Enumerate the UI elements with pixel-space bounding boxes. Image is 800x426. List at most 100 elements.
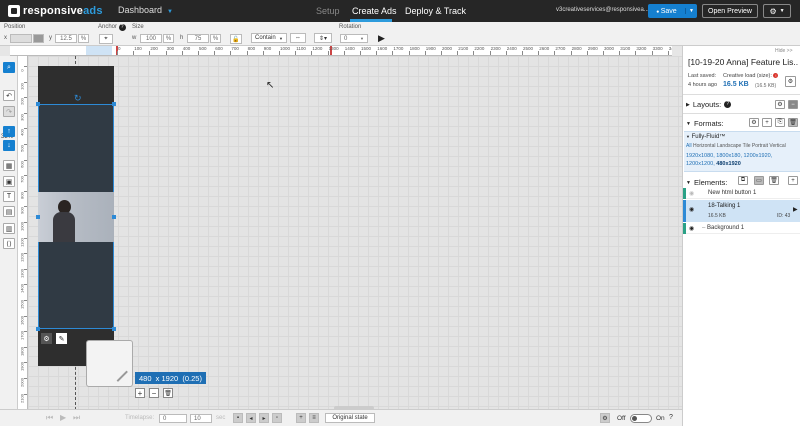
move-up-icon[interactable]: ↑	[3, 126, 15, 137]
elements-header[interactable]: ▼ Elements:	[686, 178, 727, 187]
add-state-icon[interactable]: +	[296, 413, 306, 423]
skip-back-icon[interactable]: ⏮	[46, 413, 53, 423]
ruler-tick-label: 1800	[19, 346, 25, 356]
anchor-icon[interactable]: ⌖	[99, 34, 113, 44]
zoom-icon[interactable]: ⌕	[3, 62, 15, 73]
design-canvas[interactable]: ↻ ⚙ ✎ 480 x 1920 (0.25) + − 🗑 ↖	[28, 56, 682, 410]
keyframe-delete-icon[interactable]: ▫	[272, 413, 282, 423]
hide-panel-link[interactable]: Hide >>	[775, 48, 793, 54]
width-input[interactable]: 100	[140, 34, 162, 43]
original-state-button[interactable]: Original state	[325, 413, 375, 423]
ruler-tick-label: 500	[19, 145, 25, 152]
nav-create-ads[interactable]: Create Ads	[352, 6, 397, 16]
height-input[interactable]: 75	[187, 34, 209, 43]
keyframe-icon[interactable]: ▪	[233, 413, 243, 423]
element-row[interactable]: ◉ – Background 1	[683, 223, 800, 234]
nav-deploy-track[interactable]: Deploy & Track	[405, 6, 466, 16]
save-button[interactable]: ● Save ▼	[648, 4, 697, 18]
copy-format-icon[interactable]: ⎘	[775, 118, 785, 127]
save-dropdown-icon[interactable]: ▼	[685, 8, 697, 14]
remove-size-icon[interactable]: −	[149, 388, 159, 398]
layouts-header[interactable]: ▶ Layouts:?	[686, 100, 732, 109]
resize-handle[interactable]	[36, 215, 40, 219]
duplicate-element-icon[interactable]: ⧉	[738, 176, 748, 185]
logo[interactable]: responsiveads	[8, 5, 103, 17]
align-vertical-icon[interactable]: ⇕▾	[314, 33, 332, 43]
help-icon[interactable]: ?	[118, 24, 126, 31]
play-icon[interactable]: ▶	[60, 413, 66, 422]
add-size-icon[interactable]: +	[135, 388, 145, 398]
preview-toggle[interactable]	[630, 414, 652, 423]
edit-icon[interactable]: ✎	[56, 333, 67, 344]
ruler-tick-label: 1600	[377, 46, 388, 51]
rotation-input[interactable]: 0 ▼	[340, 34, 368, 43]
active-format[interactable]: 480x1920	[716, 161, 740, 167]
talking-image[interactable]	[38, 192, 114, 242]
duration-input[interactable]: 10	[190, 414, 212, 423]
format-all-link[interactable]: All	[686, 143, 692, 149]
gear-icon[interactable]: ⚙	[41, 333, 52, 344]
redo-icon[interactable]: ↷	[3, 106, 15, 117]
element-row-selected[interactable]: ◉ 18-Talking 1 16.5 KB ID: 43 ▶	[683, 200, 800, 222]
formats-header[interactable]: ▼ Formats:	[686, 119, 724, 128]
open-preview-button[interactable]: Open Preview	[702, 4, 758, 18]
trash-icon[interactable]: 🗑	[769, 176, 779, 185]
add-element-icon[interactable]: +	[788, 176, 798, 185]
height-unit-toggle[interactable]: %	[210, 34, 221, 43]
settings-button[interactable]: ⚙ ▼	[763, 4, 791, 18]
timelapse-input[interactable]: 0	[159, 414, 187, 423]
resize-handle[interactable]	[112, 102, 116, 106]
y-input[interactable]: 12.5	[55, 34, 77, 43]
move-down-icon[interactable]: ↓	[3, 140, 15, 151]
element-color-tag	[683, 223, 686, 234]
lock-ratio-icon[interactable]: 🔓	[230, 34, 242, 44]
width-unit-toggle[interactable]: %	[163, 34, 174, 43]
resize-handle[interactable]	[36, 327, 40, 331]
remove-layout-icon[interactable]: −	[788, 100, 798, 109]
x-input[interactable]	[10, 34, 32, 43]
eye-hidden-icon[interactable]: ◉	[689, 190, 694, 197]
trash-icon[interactable]: 🗑	[163, 388, 173, 398]
video-icon[interactable]: ▥	[3, 223, 15, 234]
add-format-icon[interactable]: +	[762, 118, 772, 127]
artboard-resize-preview[interactable]	[86, 340, 133, 387]
help-icon[interactable]: ?	[724, 101, 732, 108]
grid-icon[interactable]: ▦	[3, 160, 15, 171]
rotate-handle-icon[interactable]: ↻	[74, 93, 82, 104]
skip-forward-icon[interactable]: ⏭	[73, 413, 80, 423]
help-icon[interactable]: ?	[669, 414, 673, 421]
resize-handle[interactable]	[112, 215, 116, 219]
nav-setup[interactable]: Setup	[316, 6, 340, 16]
x-unit-toggle[interactable]	[33, 34, 44, 43]
align-horizontal-icon[interactable]: ⇔	[290, 33, 306, 43]
trash-icon[interactable]: 🗑	[788, 118, 798, 127]
resize-handle[interactable]	[36, 102, 40, 106]
state-list-icon[interactable]: ≡	[309, 413, 319, 423]
chevron-right-icon[interactable]: ▶	[793, 206, 798, 213]
y-unit-toggle[interactable]: %	[78, 34, 89, 43]
gear-icon[interactable]: ⚙	[785, 76, 796, 87]
project-title[interactable]: [10-19-20 Anna] Feature Lis...	[688, 57, 798, 67]
keyframe-prev-icon[interactable]: ◂	[246, 413, 256, 423]
format-sizes[interactable]: 1920x1080, 1800x180, 1200x1920, 1200x120…	[686, 152, 798, 168]
warning-icon[interactable]: !	[773, 73, 779, 78]
undo-icon[interactable]: ↶	[3, 90, 15, 101]
resize-handle[interactable]	[112, 327, 116, 331]
gear-icon[interactable]: ⚙	[775, 100, 785, 109]
element-row[interactable]: ◉ New html button 1	[683, 188, 800, 199]
eye-icon[interactable]: ◉	[689, 225, 694, 232]
code-icon[interactable]: ⟨⟩	[3, 238, 15, 249]
format-group[interactable]: ▼ Fully-Fluid™ All Horizontal Landscape …	[684, 131, 800, 172]
fit-select[interactable]: Contain ▼	[251, 33, 287, 43]
gear-icon[interactable]: ⚙	[600, 413, 610, 423]
text-icon[interactable]: T	[3, 191, 15, 202]
play-icon[interactable]: ▶	[378, 33, 385, 44]
gear-icon[interactable]: ⚙	[749, 118, 759, 127]
dashboard-menu[interactable]: Dashboard ▼	[118, 5, 173, 15]
keyframe-next-icon[interactable]: ▸	[259, 413, 269, 423]
shape-icon[interactable]: ▣	[3, 176, 15, 187]
eye-icon[interactable]: ◉	[689, 206, 694, 213]
group-element-icon[interactable]: ▭	[754, 176, 764, 185]
image-icon[interactable]: ▤	[3, 206, 15, 217]
user-email[interactable]: v3creativeservices@responsivea...	[556, 7, 649, 13]
